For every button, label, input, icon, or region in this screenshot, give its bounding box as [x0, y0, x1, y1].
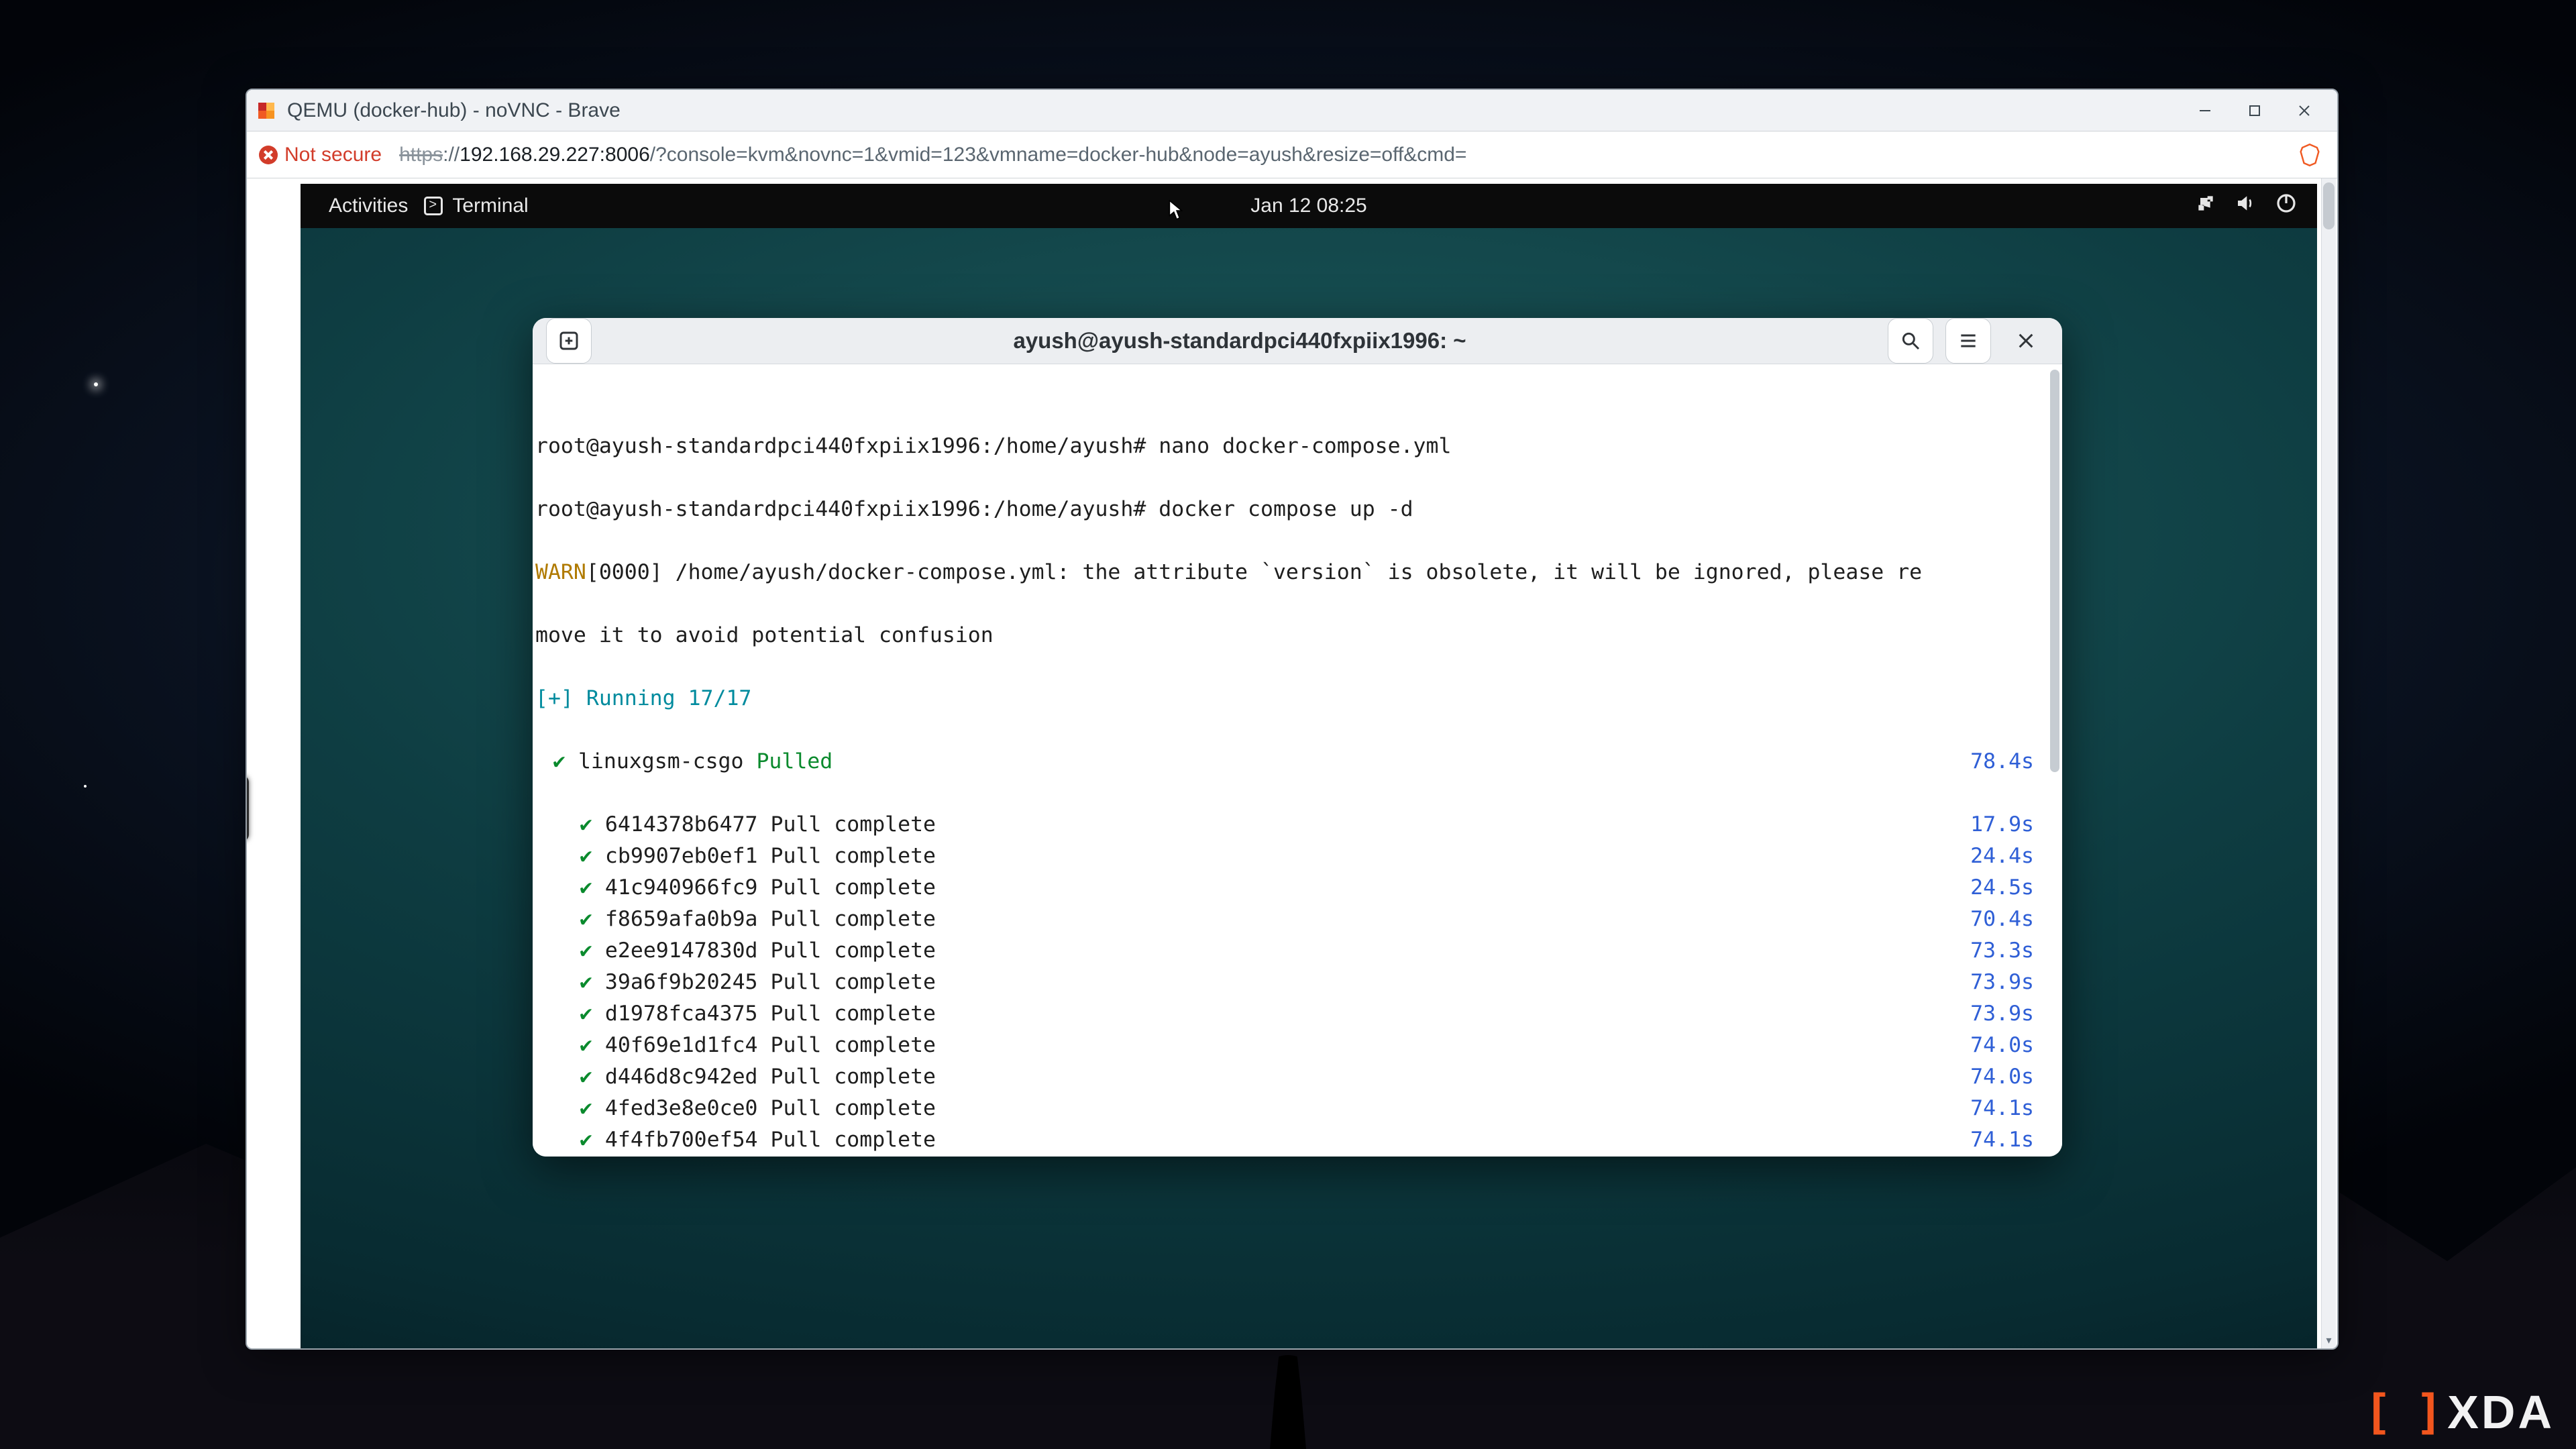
- volume-icon[interactable]: [2235, 193, 2257, 219]
- terminal-icon: [424, 197, 443, 215]
- gnome-desktop: Activities Terminal Jan 12 08:25: [301, 184, 2317, 1348]
- close-button[interactable]: [2279, 95, 2329, 127]
- terminal-title: ayush@ayush-standardpci440fxpiix1996: ~: [592, 328, 1888, 354]
- close-terminal-button[interactable]: [2003, 318, 2049, 364]
- layer-line: ✔ e2ee9147830d Pull complete73.3s: [535, 935, 2062, 967]
- scroll-down-icon[interactable]: ▾: [2322, 1334, 2336, 1348]
- layer-line: ✔ 4f4fb700ef54 Pull complete74.1s: [535, 1124, 2062, 1156]
- not-secure-label: Not secure: [284, 144, 382, 166]
- brave-shield-icon[interactable]: [2298, 144, 2321, 166]
- xda-logo-text: XDA: [2447, 1385, 2555, 1439]
- terminal-line: root@ayush-standardpci440fxpiix1996:/hom…: [535, 431, 2062, 462]
- layer-line: ✔ d1978fca4375 Pull complete73.9s: [535, 998, 2062, 1030]
- scrollbar-thumb[interactable]: [2323, 182, 2334, 229]
- network-icon[interactable]: [2195, 193, 2216, 219]
- layer-line: ✔ 41c940966fc9 Pull complete24.5s: [535, 872, 2062, 904]
- layer-line: ✔ 6414378b6477 Pull complete17.9s: [535, 809, 2062, 841]
- xda-logo-icon: [ ]: [2364, 1385, 2440, 1440]
- clock[interactable]: Jan 12 08:25: [1242, 191, 1375, 221]
- pulled-line: ✔ linuxgsm-csgo Pulled78.4s: [535, 746, 2062, 777]
- xda-watermark: [ ] XDA: [2364, 1385, 2555, 1440]
- layer-line: ✔ cb9907eb0ef1 Pull complete24.4s: [535, 841, 2062, 872]
- layer-line: ✔ 4fed3e8e0ce0 Pull complete74.1s: [535, 1093, 2062, 1124]
- browser-content: ▴ ▾ Activities Terminal Jan 12 08:25: [247, 178, 2320, 1348]
- running-header: [+] Running 17/17: [535, 683, 2062, 714]
- active-app-indicator[interactable]: Terminal: [416, 191, 536, 221]
- star-icon: [94, 382, 98, 386]
- layer-line: ✔ 40f69e1d1fc4 Pull complete74.0s: [535, 1030, 2062, 1061]
- browser-titlebar[interactable]: QEMU (docker-hub) - noVNC - Brave: [247, 90, 2337, 131]
- url-text[interactable]: https://192.168.29.227:8006/?console=kvm…: [399, 144, 1466, 166]
- vnc-app-icon: [250, 94, 282, 126]
- terminal-line: root@ayush-standardpci440fxpiix1996:/hom…: [535, 494, 2062, 525]
- terminal-scrollbar[interactable]: [2050, 370, 2059, 772]
- minimize-button[interactable]: [2180, 95, 2230, 127]
- power-icon[interactable]: [2275, 193, 2297, 219]
- terminal-window: ayush@ayush-standardpci440fxpiix1996: ~ …: [533, 318, 2062, 1157]
- browser-scrollbar[interactable]: ▴ ▾: [2321, 178, 2336, 1348]
- active-app-label: Terminal: [452, 195, 528, 217]
- novnc-panel-handle[interactable]: [246, 775, 249, 841]
- mouse-cursor-icon: [1169, 200, 1183, 221]
- menu-button[interactable]: [1945, 318, 1991, 364]
- address-bar[interactable]: Not secure https://192.168.29.227:8006/?…: [247, 131, 2337, 178]
- star-icon: [84, 785, 87, 788]
- search-button[interactable]: [1888, 318, 1933, 364]
- activities-button[interactable]: Activities: [321, 191, 416, 221]
- maximize-button[interactable]: [2230, 95, 2279, 127]
- window-title: QEMU (docker-hub) - noVNC - Brave: [287, 99, 621, 122]
- layer-line: ✔ 39a6f9b20245 Pull complete73.9s: [535, 967, 2062, 998]
- layer-line: ✔ d446d8c942ed Pull complete74.0s: [535, 1061, 2062, 1093]
- terminal-body[interactable]: root@ayush-standardpci440fxpiix1996:/hom…: [533, 364, 2062, 1157]
- terminal-warn-line: move it to avoid potential confusion: [535, 620, 2062, 651]
- new-tab-button[interactable]: [546, 318, 592, 364]
- layer-line: ✔ 32d5e7cd7a55 Pull complete74.2s: [535, 1156, 2062, 1157]
- layer-line: ✔ f8659afa0b9a Pull complete70.4s: [535, 904, 2062, 935]
- browser-window: QEMU (docker-hub) - noVNC - Brave Not se…: [246, 89, 2339, 1350]
- not-secure-icon: [259, 146, 278, 164]
- terminal-warn-line: WARN[0000] /home/ayush/docker-compose.ym…: [535, 557, 2062, 588]
- gnome-topbar: Activities Terminal Jan 12 08:25: [301, 184, 2317, 228]
- terminal-titlebar[interactable]: ayush@ayush-standardpci440fxpiix1996: ~: [533, 318, 2062, 364]
